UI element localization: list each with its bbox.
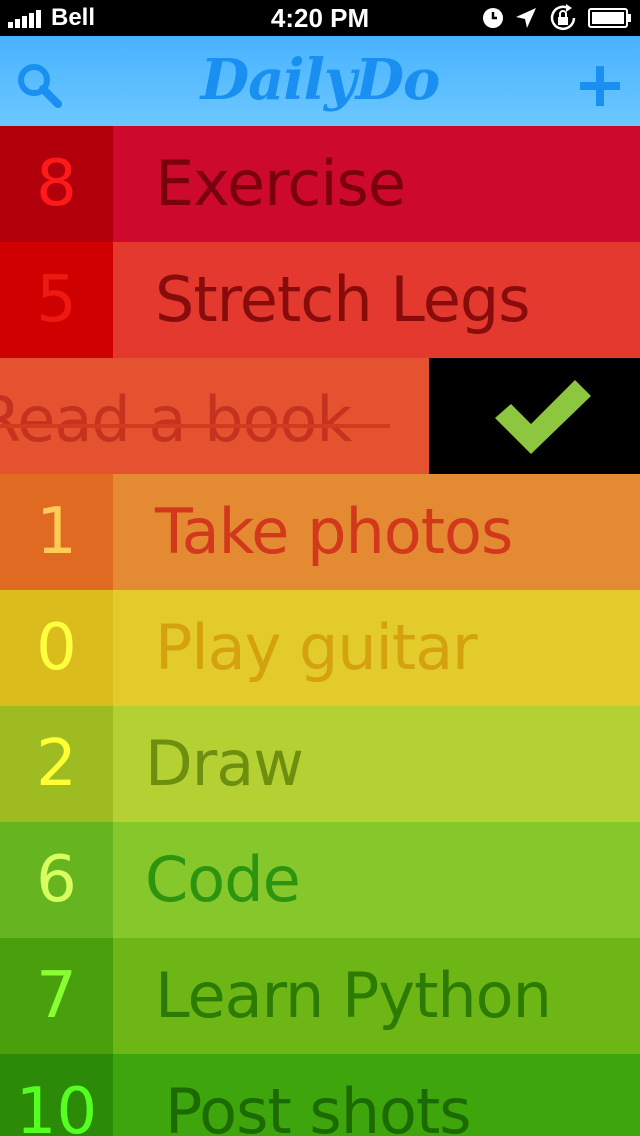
nav-bar: DailyDo bbox=[0, 36, 640, 127]
strikethrough-line bbox=[0, 424, 390, 428]
task-label: Post shots bbox=[165, 1075, 472, 1136]
task-label: Play guitar bbox=[155, 611, 478, 684]
clock-icon bbox=[483, 8, 503, 28]
completed-task-row[interactable]: Read a book bbox=[0, 358, 640, 474]
status-bar-right bbox=[472, 4, 632, 32]
task-row[interactable]: 1 Take photos bbox=[0, 474, 640, 590]
task-count: 2 bbox=[0, 706, 113, 822]
battery-icon bbox=[588, 8, 631, 28]
task-count: 5 bbox=[0, 242, 113, 358]
task-label: Draw bbox=[145, 727, 304, 800]
complete-action-panel[interactable] bbox=[429, 358, 640, 474]
task-row[interactable]: 8 Exercise bbox=[0, 126, 640, 242]
task-count: 8 bbox=[0, 126, 113, 242]
location-arrow-icon bbox=[516, 8, 536, 28]
plus-icon[interactable] bbox=[580, 66, 620, 106]
completed-task-label: Read a book bbox=[0, 383, 352, 456]
task-row[interactable]: 2 Draw bbox=[0, 706, 640, 822]
task-label: Take photos bbox=[155, 495, 513, 568]
task-row[interactable]: 0 Play guitar bbox=[0, 590, 640, 706]
task-count: 6 bbox=[0, 822, 113, 938]
checkmark-icon bbox=[495, 380, 591, 454]
task-row[interactable]: 10 Post shots bbox=[0, 1054, 640, 1136]
task-count: 0 bbox=[0, 590, 113, 706]
task-label: Code bbox=[145, 843, 301, 916]
task-row[interactable]: 6 Code bbox=[0, 822, 640, 938]
task-row[interactable]: 5 Stretch Legs bbox=[0, 242, 640, 358]
task-label: Stretch Legs bbox=[155, 263, 531, 336]
task-count: 7 bbox=[0, 938, 113, 1054]
task-row[interactable]: 7 Learn Python bbox=[0, 938, 640, 1054]
app-title: DailyDo bbox=[200, 47, 441, 113]
task-label: Exercise bbox=[155, 147, 406, 220]
task-label: Learn Python bbox=[155, 959, 552, 1032]
rotation-lock-icon bbox=[550, 4, 576, 31]
status-bar: Bell 4:20 PM bbox=[0, 0, 640, 36]
task-count: 10 bbox=[0, 1054, 113, 1136]
task-count: 1 bbox=[0, 474, 113, 590]
